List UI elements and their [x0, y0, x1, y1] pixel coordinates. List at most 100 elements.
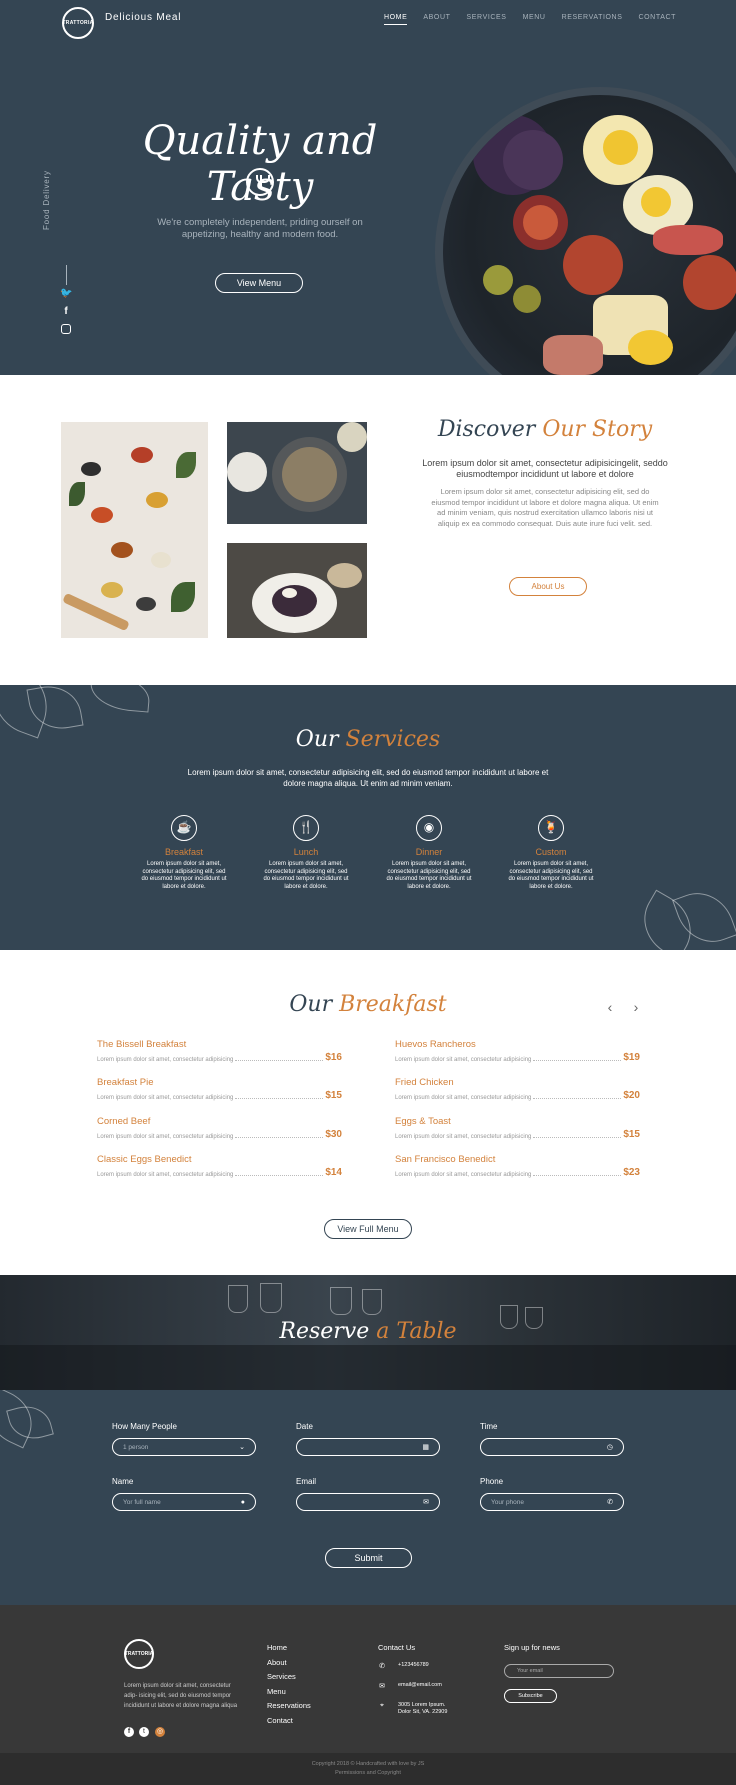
footer-link-contact[interactable]: Contact: [267, 1716, 311, 1725]
facebook-icon[interactable]: f: [124, 1727, 134, 1737]
chevron-right-icon[interactable]: ›: [629, 1000, 643, 1014]
nav-contact[interactable]: CONTACT: [638, 14, 676, 25]
menu-item-name: Classic Eggs Benedict: [97, 1154, 192, 1165]
service-title: Custom: [535, 847, 567, 857]
story-section: Discover Our Story Lorem ipsum dolor sit…: [0, 375, 736, 685]
phone-placeholder: Your phone: [491, 1498, 525, 1506]
menu-item-price: $30: [325, 1129, 342, 1140]
spices-photo: [61, 422, 208, 638]
date-field[interactable]: ▦: [296, 1438, 440, 1456]
copyright-text: Copyright 2018 © Handcrafted with love b…: [311, 1761, 425, 1767]
wine-glass-image: [260, 1283, 282, 1313]
facebook-icon[interactable]: f: [60, 306, 72, 318]
date-label: Date: [296, 1422, 313, 1431]
menu-item-desc: Lorem ipsum dolor sit amet, consectetur …: [395, 1172, 532, 1178]
menu-item-price: $14: [325, 1167, 342, 1178]
submit-button[interactable]: Submit: [325, 1548, 412, 1568]
footer-link-services[interactable]: Services: [267, 1672, 311, 1681]
food-delivery-label: Food Delivery: [42, 170, 51, 230]
nav-reservations[interactable]: RESERVATIONS: [562, 14, 623, 25]
user-icon: ●: [240, 1498, 245, 1506]
name-field[interactable]: Yor full name ●: [112, 1493, 256, 1511]
nav-home[interactable]: HOME: [383, 14, 408, 25]
reserve-title-a: Reserve: [279, 1319, 370, 1344]
footer-logo[interactable]: TRATTORIA: [124, 1639, 154, 1669]
menu-item-price: $16: [325, 1052, 342, 1063]
fork-spoon-icon: [246, 168, 274, 196]
footer-link-home[interactable]: Home: [267, 1643, 311, 1652]
instagram-icon[interactable]: ◎: [155, 1727, 165, 1737]
menu-item-desc: Lorem ipsum dolor sit amet, consectetur …: [395, 1134, 532, 1140]
menu-item-name: Eggs & Toast: [395, 1116, 451, 1127]
service-text: Lorem ipsum dolor sit amet, consectetur …: [508, 861, 594, 890]
site-logo[interactable]: TRATTORIA: [62, 7, 94, 39]
service-custom[interactable]: 🍹 Custom Lorem ipsum dolor sit amet, con…: [506, 815, 596, 891]
menu-item[interactable]: Eggs & Toast Lorem ipsum dolor sit amet,…: [395, 1116, 640, 1140]
wine-glass-image: [362, 1289, 382, 1315]
wine-glass-image: [330, 1287, 352, 1315]
twitter-icon[interactable]: t: [139, 1727, 149, 1737]
menu-item-price: $15: [623, 1129, 640, 1140]
people-select[interactable]: 1 person ⌄: [112, 1438, 256, 1456]
view-full-menu-button[interactable]: View Full Menu: [324, 1219, 412, 1239]
contact-phone: ✆ +123456789: [378, 1662, 429, 1670]
subscribe-button[interactable]: Subscribe: [504, 1689, 557, 1703]
nav-menu[interactable]: MENU: [523, 14, 546, 25]
main-nav: HOME ABOUT SERVICES MENU RESERVATIONS CO…: [383, 14, 676, 25]
phone-field[interactable]: Your phone ✆: [480, 1493, 624, 1511]
service-dinner[interactable]: ◉ Dinner Lorem ipsum dolor sit amet, con…: [384, 815, 474, 891]
menu-item[interactable]: Corned Beef Lorem ipsum dolor sit amet, …: [97, 1116, 342, 1140]
menu-item-name: San Francisco Benedict: [395, 1154, 496, 1165]
dotted-leader: [533, 1175, 622, 1176]
menu-item-desc: Lorem ipsum dolor sit amet, consectetur …: [97, 1057, 234, 1063]
menu-item[interactable]: Fried Chicken Lorem ipsum dolor sit amet…: [395, 1077, 640, 1101]
footer-link-about[interactable]: About: [267, 1658, 311, 1667]
footer-link-menu[interactable]: Menu: [267, 1687, 311, 1696]
coffee-cup-icon: ☕: [171, 815, 197, 841]
menu-item[interactable]: Breakfast Pie Lorem ipsum dolor sit amet…: [97, 1077, 342, 1101]
clock-icon: ◷: [606, 1444, 613, 1451]
chevron-left-icon[interactable]: ‹: [603, 1000, 617, 1014]
menu-item-name: Corned Beef: [97, 1116, 151, 1127]
menu-item[interactable]: Classic Eggs Benedict Lorem ipsum dolor …: [97, 1154, 342, 1178]
menu-item[interactable]: The Bissell Breakfast Lorem ipsum dolor …: [97, 1039, 342, 1063]
contact-email-text[interactable]: email@email.com: [398, 1682, 442, 1690]
twitter-icon[interactable]: 🐦: [60, 288, 72, 300]
email-field[interactable]: ✉: [296, 1493, 440, 1511]
menu-item[interactable]: Huevos Rancheros Lorem ipsum dolor sit a…: [395, 1039, 640, 1063]
brand-name: Delicious Meal: [105, 12, 182, 23]
people-value: 1 person: [123, 1443, 149, 1451]
dotted-leader: [235, 1175, 324, 1176]
nav-services[interactable]: SERVICES: [467, 14, 507, 25]
services-title-b: Services: [345, 727, 441, 752]
story-title-b: Our Story: [542, 417, 653, 442]
menu-item[interactable]: San Francisco Benedict Lorem ipsum dolor…: [395, 1154, 640, 1178]
footer-link-reservations[interactable]: Reservations: [267, 1701, 311, 1710]
phone-icon: ✆: [379, 1663, 385, 1670]
menu-item-desc: Lorem ipsum dolor sit amet, consectetur …: [97, 1172, 234, 1178]
newsletter-email-input[interactable]: Your email: [504, 1664, 614, 1678]
time-field[interactable]: ◷: [480, 1438, 624, 1456]
service-text: Lorem ipsum dolor sit amet, consectetur …: [141, 861, 227, 890]
menu-item-name: The Bissell Breakfast: [97, 1039, 187, 1050]
salad-photo: [227, 543, 367, 638]
permissions-link[interactable]: Permissions and Copyright: [0, 1769, 736, 1778]
hero-food-plate-image: [435, 87, 736, 375]
footer-links: Home About Services Menu Reservations Co…: [267, 1643, 311, 1730]
service-title: Dinner: [415, 847, 443, 857]
reserve-title-b: a Table: [376, 1319, 457, 1344]
instagram-icon[interactable]: [61, 324, 71, 334]
about-us-button[interactable]: About Us: [509, 577, 587, 596]
service-breakfast[interactable]: ☕ Breakfast Lorem ipsum dolor sit amet, …: [139, 815, 229, 891]
location-pin-icon: ⌖: [380, 1702, 384, 1709]
nav-about[interactable]: ABOUT: [423, 14, 450, 25]
menu-item-price: $15: [325, 1090, 342, 1101]
hero-section: TRATTORIA Delicious Meal HOME ABOUT SERV…: [0, 0, 736, 375]
menu-item-name: Breakfast Pie: [97, 1077, 154, 1088]
hero-title: Quality and Tasty: [142, 118, 378, 210]
service-lunch[interactable]: 🍴 Lunch Lorem ipsum dolor sit amet, cons…: [261, 815, 351, 891]
side-divider: [66, 265, 67, 285]
contact-title: Contact Us: [378, 1643, 416, 1652]
view-menu-button[interactable]: View Menu: [215, 273, 303, 293]
contact-phone-text: +123456789: [398, 1662, 429, 1668]
